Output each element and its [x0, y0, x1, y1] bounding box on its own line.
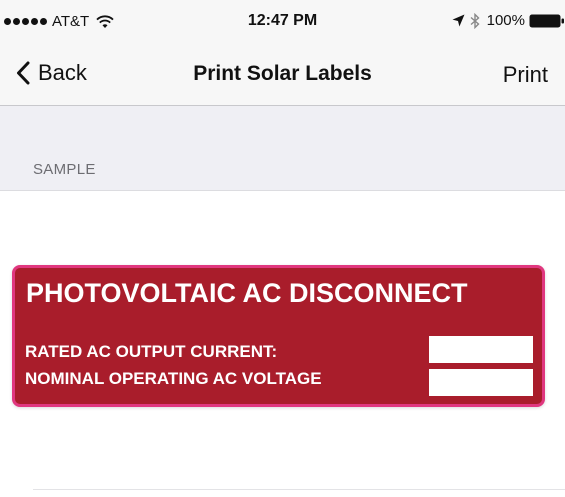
navigation-bar: Back Print Solar Labels Print	[0, 46, 565, 106]
label-row-text: NOMINAL OPERATING AC VOLTAGE	[25, 369, 322, 388]
rated-current-value-box	[429, 336, 533, 363]
label-title: PHOTOVOLTAIC AC DISCONNECT	[26, 278, 468, 308]
status-bar: AT&T 12:47 PM 100%	[0, 0, 565, 46]
signal-dots-icon	[4, 18, 47, 25]
battery-percent: 100%	[486, 12, 525, 29]
carrier-name: AT&T	[52, 13, 90, 30]
status-left: AT&T	[4, 13, 114, 30]
sample-content: PHOTOVOLTAIC AC DISCONNECT RATED AC OUTP…	[0, 191, 565, 497]
section-header: SAMPLE	[0, 106, 565, 191]
label-row-text: RATED AC OUTPUT CURRENT:	[25, 342, 278, 361]
battery-icon	[529, 14, 564, 27]
nominal-voltage-value-box	[429, 369, 533, 396]
print-button[interactable]: Print	[503, 62, 548, 88]
solar-label-preview: PHOTOVOLTAIC AC DISCONNECT RATED AC OUTP…	[12, 265, 545, 407]
divider	[33, 489, 565, 490]
wifi-icon	[96, 14, 114, 28]
screen: AT&T 12:47 PM 100% Back Print Solar Labe…	[0, 0, 565, 497]
status-right: 100%	[452, 12, 565, 29]
section-header-label: SAMPLE	[33, 161, 96, 178]
page-title: Print Solar Labels	[193, 62, 372, 85]
label-row-nominal-voltage: NOMINAL OPERATING AC VOLTAGE	[25, 369, 322, 389]
label-row-rated-current: RATED AC OUTPUT CURRENT:	[25, 342, 277, 362]
location-arrow-icon	[452, 14, 465, 27]
bluetooth-icon	[470, 12, 480, 29]
